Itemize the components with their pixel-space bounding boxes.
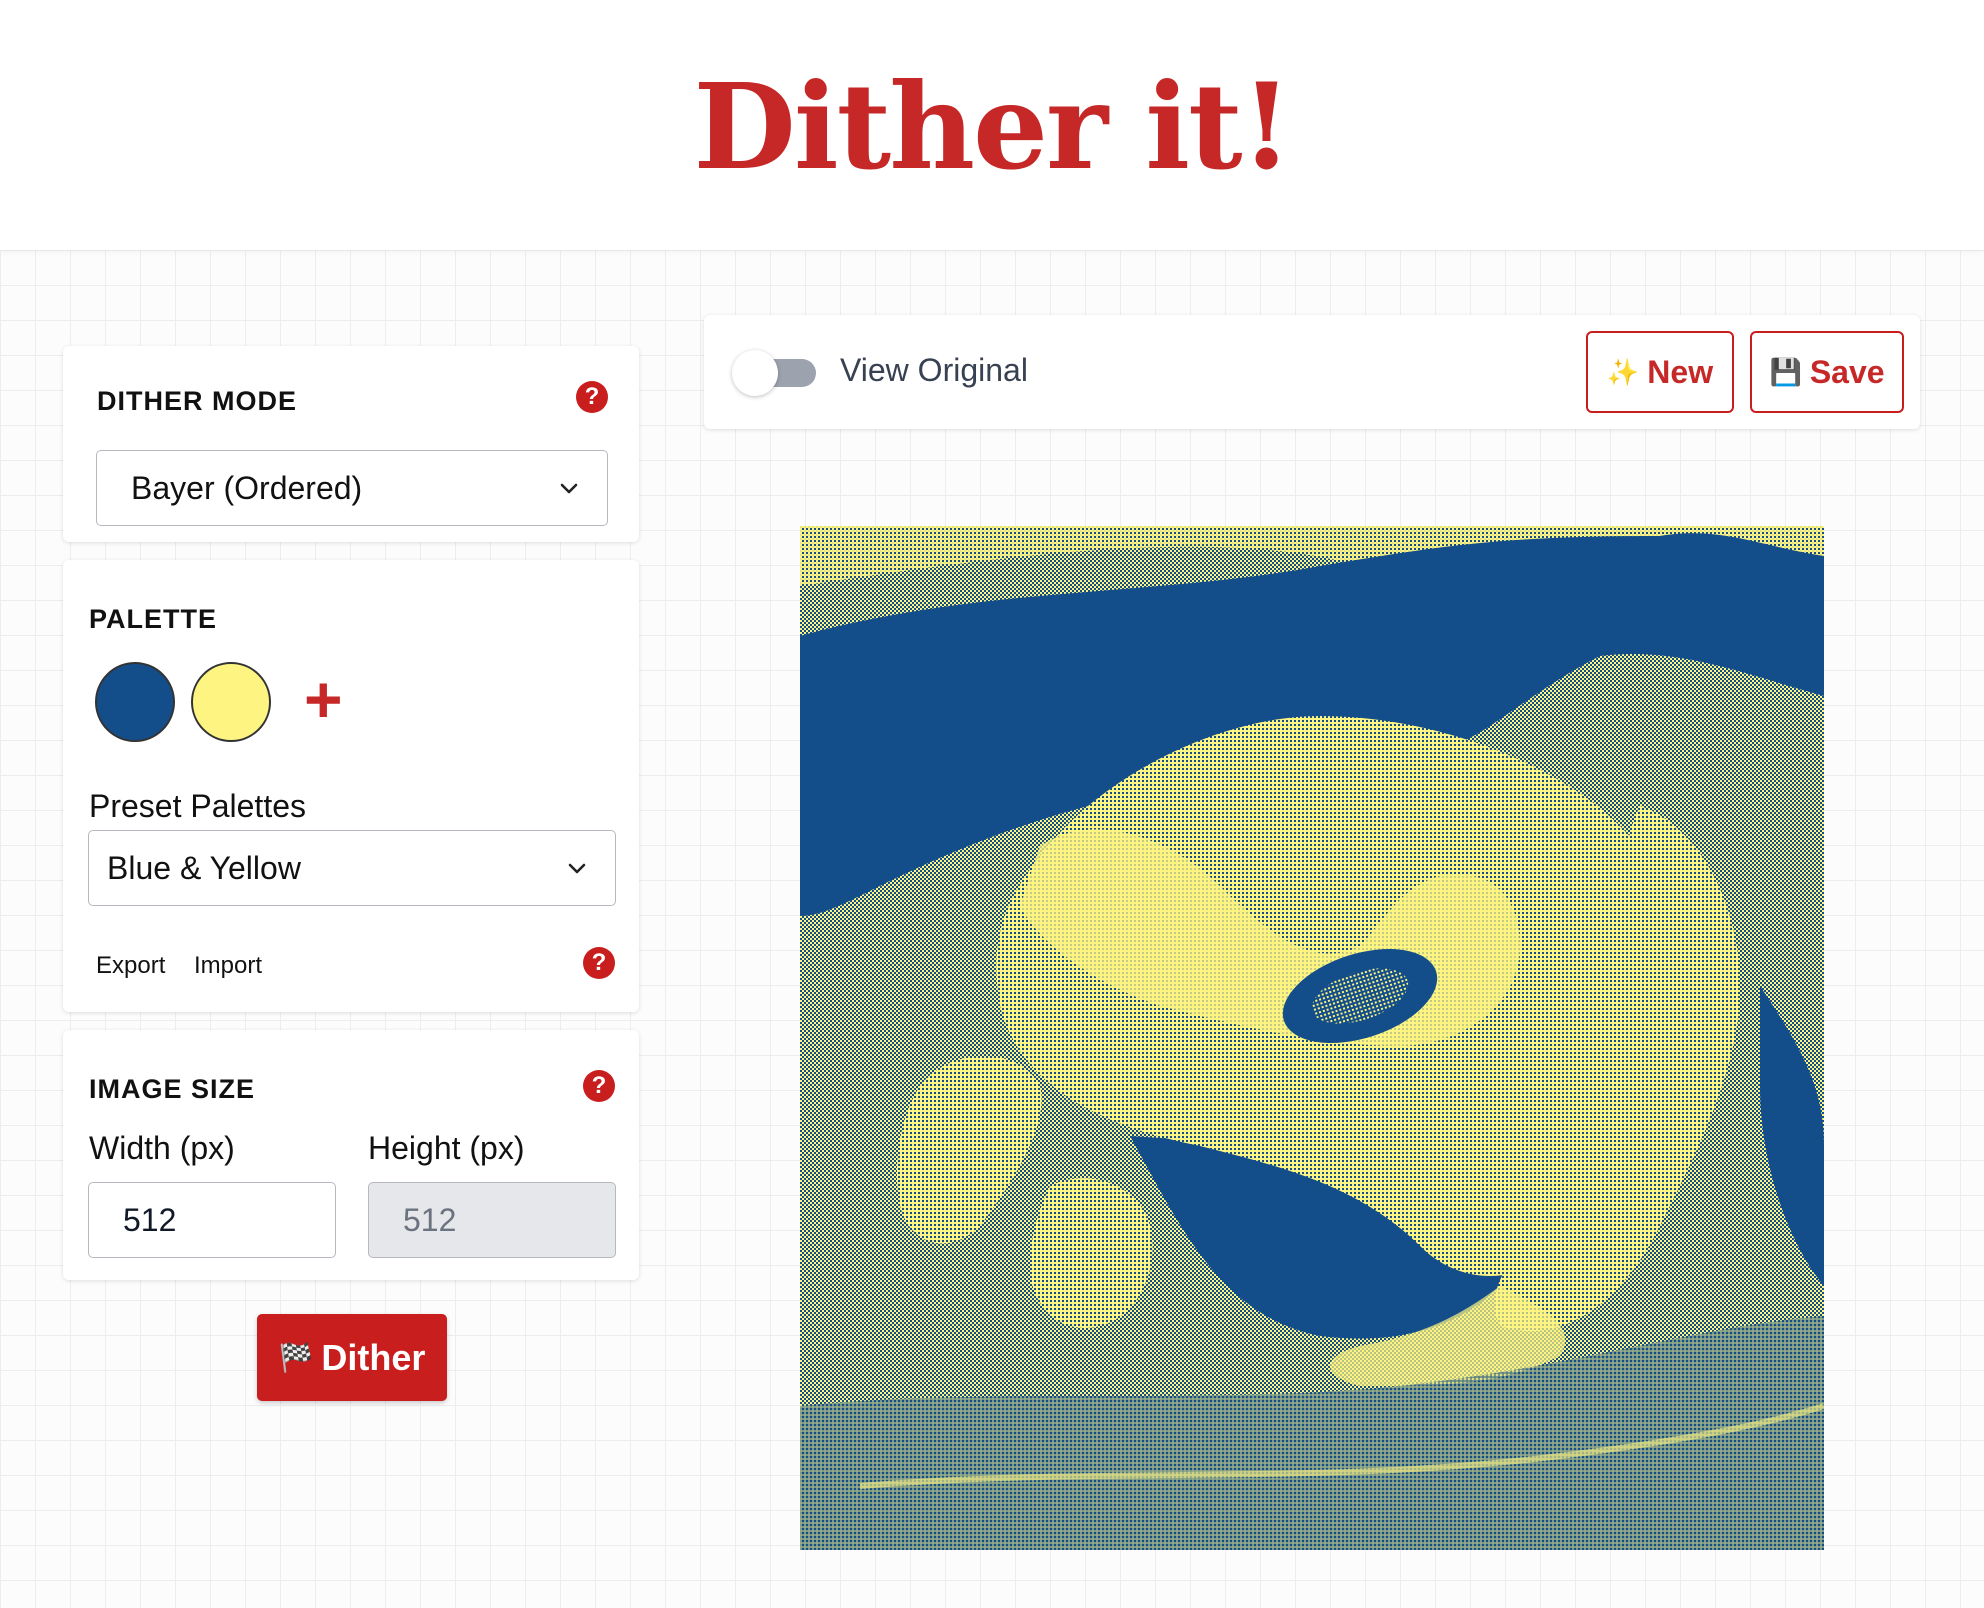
dither-mode-select-value: Bayer (Ordered): [131, 469, 363, 506]
save-button-label: Save: [1809, 353, 1885, 390]
view-original-toggle[interactable]: [732, 350, 820, 396]
app-title: Dither it!: [693, 57, 1293, 196]
preset-palette-select-value: Blue & Yellow: [107, 849, 301, 886]
preview-toolbar: View Original ✨ New 💾 Save: [704, 315, 1920, 429]
palette-swatch-yellow[interactable]: [191, 662, 271, 742]
new-button-label: New: [1647, 353, 1714, 390]
palette-swatch-blue[interactable]: [95, 662, 175, 742]
dither-mode-label: DITHER MODE: [97, 386, 297, 416]
save-button[interactable]: 💾 Save: [1750, 331, 1904, 413]
toggle-knob: [732, 350, 778, 396]
dither-mode-help-icon[interactable]: ?: [576, 381, 608, 413]
chevron-down-icon: [560, 483, 578, 494]
dithered-image-preview: [800, 526, 1824, 1550]
palette-card: PALETTE + Preset Palettes Blue & Yellow …: [63, 560, 639, 1012]
image-size-card: IMAGE SIZE ? Width (px) Height (px) 512 …: [63, 1030, 639, 1280]
height-input: 512: [368, 1182, 616, 1258]
dithered-frog-image: [800, 526, 1824, 1550]
checkered-flag-icon: 🏁: [278, 1342, 314, 1373]
image-size-help-icon[interactable]: ?: [583, 1070, 615, 1102]
export-palette-link[interactable]: Export: [96, 952, 165, 980]
new-button[interactable]: ✨ New: [1586, 331, 1734, 413]
height-label: Height (px): [368, 1130, 525, 1166]
preset-palette-select[interactable]: Blue & Yellow: [88, 830, 616, 906]
preset-palettes-label: Preset Palettes: [89, 788, 306, 824]
chevron-down-icon: [568, 863, 586, 874]
import-palette-link[interactable]: Import: [194, 952, 262, 980]
image-size-label: IMAGE SIZE: [89, 1074, 256, 1104]
dither-button[interactable]: 🏁 Dither: [257, 1314, 447, 1401]
floppy-disk-icon: 💾: [1769, 356, 1802, 387]
palette-help-icon[interactable]: ?: [583, 947, 615, 979]
dither-mode-select[interactable]: Bayer (Ordered): [96, 450, 608, 526]
dither-button-label: Dither: [321, 1336, 426, 1378]
palette-label: PALETTE: [89, 604, 217, 634]
width-input[interactable]: 512: [88, 1182, 336, 1258]
app-header: Dither it!: [0, 0, 1984, 250]
view-original-label: View Original: [840, 352, 1028, 388]
dither-mode-card: DITHER MODE ? Bayer (Ordered): [63, 346, 639, 542]
add-color-button[interactable]: +: [304, 666, 343, 732]
width-label: Width (px): [89, 1130, 235, 1166]
sparkles-icon: ✨: [1606, 356, 1640, 387]
